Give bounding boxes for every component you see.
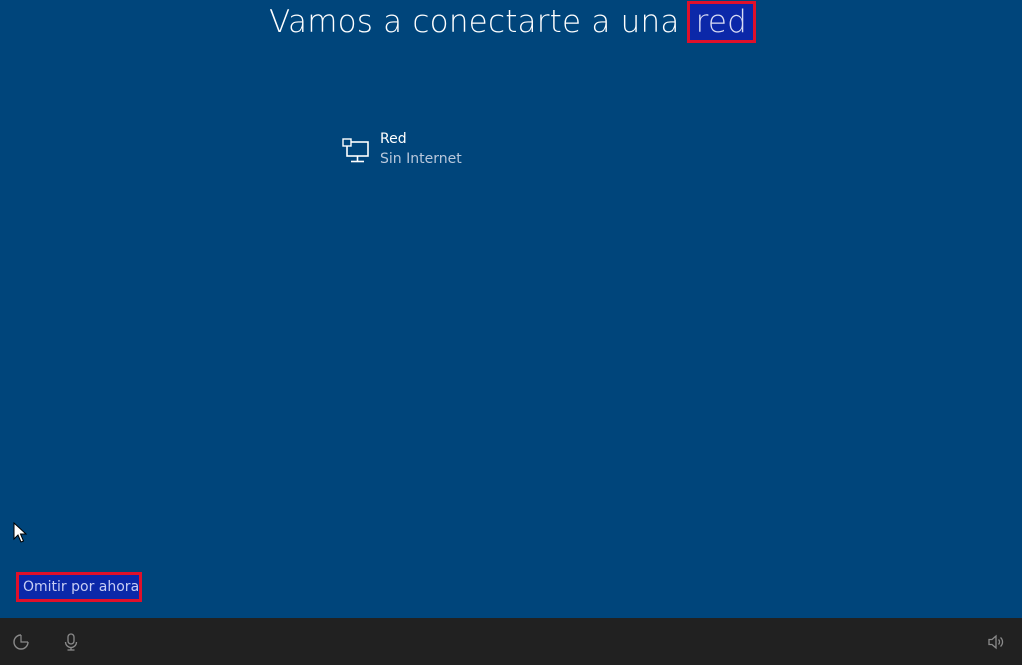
network-list-item[interactable]: Red Sin Internet bbox=[336, 125, 636, 173]
mouse-cursor-icon bbox=[13, 522, 27, 543]
microphone-icon[interactable] bbox=[60, 631, 82, 653]
ease-of-access-icon[interactable] bbox=[10, 631, 32, 653]
network-status: Sin Internet bbox=[380, 151, 462, 167]
taskbar bbox=[0, 618, 1022, 665]
oobe-network-screen: Vamos a conectarte a una red Red Sin Int… bbox=[0, 0, 1022, 665]
page-title-prefix: Vamos a conectarte a una bbox=[269, 4, 690, 40]
volume-icon[interactable] bbox=[985, 631, 1007, 653]
page-title-highlight: red bbox=[686, 1, 757, 43]
skip-for-now-link[interactable]: Omitir por ahora bbox=[16, 572, 142, 602]
page-title: Vamos a conectarte a una red bbox=[0, 0, 1022, 44]
wired-network-icon bbox=[342, 138, 369, 163]
network-name: Red bbox=[380, 131, 407, 147]
network-info: Red Sin Internet bbox=[380, 129, 462, 169]
